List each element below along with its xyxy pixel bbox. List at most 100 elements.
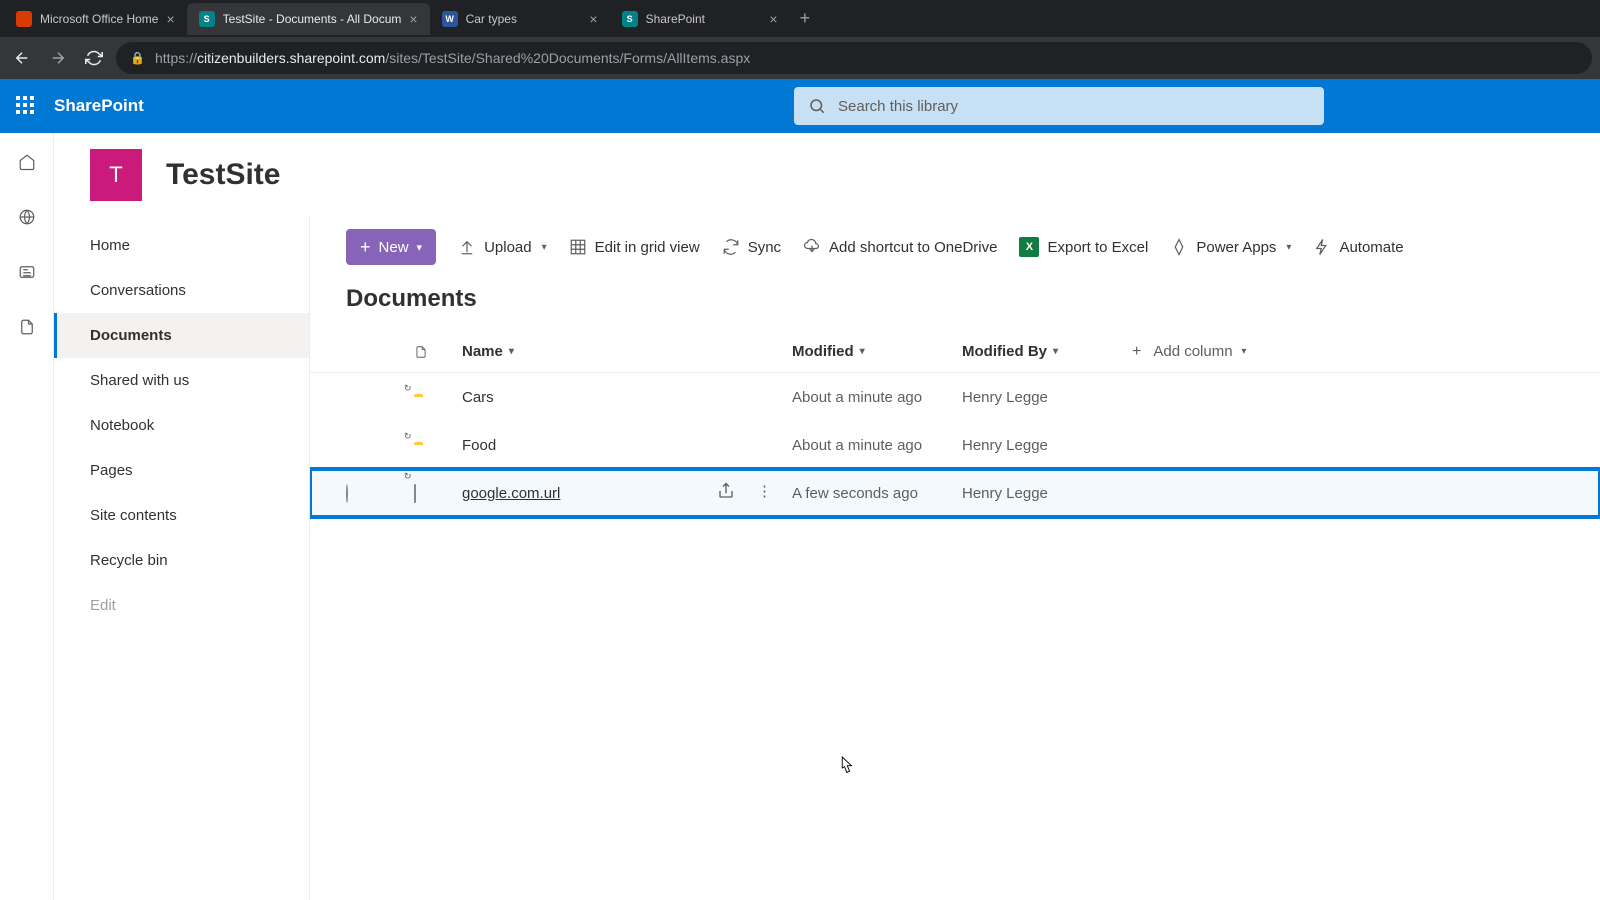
- power-apps-button[interactable]: Power Apps ▾: [1170, 238, 1291, 256]
- command-bar: + New ▾ Upload ▾ Edit in grid view: [310, 217, 1600, 283]
- sharepoint-icon: S: [622, 11, 638, 27]
- item-name[interactable]: Food: [462, 437, 496, 454]
- site-logo[interactable]: T: [90, 149, 142, 201]
- search-icon: [808, 97, 826, 115]
- close-icon[interactable]: ×: [769, 11, 777, 27]
- close-icon[interactable]: ×: [589, 11, 597, 27]
- search-input[interactable]: [838, 98, 1310, 115]
- cursor-pointer-icon: [834, 755, 856, 781]
- plus-icon: +: [1132, 343, 1141, 361]
- shortcut-label: Add shortcut to OneDrive: [829, 239, 997, 256]
- word-icon: W: [442, 11, 458, 27]
- news-icon[interactable]: [18, 263, 36, 284]
- more-actions-icon[interactable]: ⋮: [757, 482, 774, 504]
- modified-value: About a minute ago: [792, 437, 962, 454]
- office-icon: [16, 11, 32, 27]
- close-icon[interactable]: ×: [409, 11, 417, 27]
- sync-indicator-icon: ↻: [404, 383, 412, 394]
- document-icon: [414, 343, 428, 361]
- global-nav-rail: [0, 133, 54, 900]
- url-input[interactable]: 🔒 https://citizenbuilders.sharepoint.com…: [116, 42, 1592, 74]
- sidenav-item-conversations[interactable]: Conversations: [54, 268, 309, 313]
- globe-icon[interactable]: [18, 208, 36, 229]
- modified-by-value: Henry Legge: [962, 389, 1132, 406]
- document-list: Name▾ Modified▾ Modified By▾ +Add column…: [310, 331, 1600, 517]
- app-name[interactable]: SharePoint: [54, 96, 144, 116]
- sidenav-item-shared[interactable]: Shared with us: [54, 358, 309, 403]
- link-file-icon: [414, 484, 416, 503]
- grid-view-button[interactable]: Edit in grid view: [569, 238, 700, 256]
- plus-icon: +: [360, 237, 371, 258]
- site-left-nav: Home Conversations Documents Shared with…: [54, 217, 310, 900]
- site-header: T TestSite: [54, 133, 1600, 217]
- home-icon[interactable]: [18, 153, 36, 174]
- search-box[interactable]: [794, 87, 1324, 125]
- automate-label: Automate: [1339, 239, 1403, 256]
- sidenav-item-home[interactable]: Home: [54, 223, 309, 268]
- chevron-down-icon: ▾: [1239, 346, 1247, 357]
- sync-indicator-icon: ↻: [404, 471, 412, 482]
- sync-indicator-icon: ↻: [404, 431, 412, 442]
- column-file-type[interactable]: [414, 343, 462, 361]
- modified-value: About a minute ago: [792, 389, 962, 406]
- files-icon[interactable]: [18, 318, 36, 339]
- column-modified-by[interactable]: Modified By▾: [962, 343, 1132, 360]
- close-icon[interactable]: ×: [166, 11, 174, 27]
- export-label: Export to Excel: [1047, 239, 1148, 256]
- upload-button[interactable]: Upload ▾: [458, 238, 547, 256]
- tab-title: Microsoft Office Home: [40, 12, 158, 26]
- sidenav-item-contents[interactable]: Site contents: [54, 493, 309, 538]
- browser-tab[interactable]: S TestSite - Documents - All Docum ×: [187, 3, 430, 35]
- select-radio[interactable]: [346, 484, 348, 503]
- table-row[interactable]: ↻ Food About a minute ago Henry Legge: [310, 421, 1600, 469]
- sidenav-item-notebook[interactable]: Notebook: [54, 403, 309, 448]
- reload-button[interactable]: [80, 44, 108, 72]
- tab-title: SharePoint: [646, 12, 762, 26]
- chevron-down-icon: ▾: [542, 242, 547, 253]
- forward-button[interactable]: [44, 44, 72, 72]
- browser-tab[interactable]: Microsoft Office Home ×: [4, 3, 187, 35]
- sidenav-item-documents[interactable]: Documents: [54, 313, 309, 358]
- column-name[interactable]: Name▾: [462, 343, 792, 360]
- chevron-down-icon: ▾: [1053, 346, 1058, 357]
- lock-icon: 🔒: [130, 51, 145, 65]
- column-modified[interactable]: Modified▾: [792, 343, 962, 360]
- powerapps-label: Power Apps: [1196, 239, 1276, 256]
- browser-tab[interactable]: W Car types ×: [430, 3, 610, 35]
- export-excel-button[interactable]: X Export to Excel: [1019, 237, 1148, 257]
- browser-address-bar: 🔒 https://citizenbuilders.sharepoint.com…: [0, 37, 1600, 79]
- app-launcher-icon[interactable]: [16, 96, 36, 116]
- modified-by-value: Henry Legge: [962, 437, 1132, 454]
- new-tab-button[interactable]: +: [790, 8, 821, 29]
- item-name[interactable]: google.com.url: [462, 485, 560, 502]
- tab-title: Car types: [466, 12, 582, 26]
- new-button[interactable]: + New ▾: [346, 229, 436, 265]
- sidenav-edit-link[interactable]: Edit: [54, 583, 309, 628]
- chevron-down-icon: ▾: [860, 346, 865, 357]
- excel-icon: X: [1019, 237, 1039, 257]
- tab-title: TestSite - Documents - All Docum: [223, 12, 402, 26]
- chevron-down-icon: ▾: [417, 241, 423, 254]
- sharepoint-icon: S: [199, 11, 215, 27]
- table-row[interactable]: ↻ google.com.url ⋮ A few seconds ago Hen…: [310, 469, 1600, 517]
- table-row[interactable]: ↻ Cars About a minute ago Henry Legge: [310, 373, 1600, 421]
- chevron-down-icon: ▾: [509, 346, 514, 357]
- share-icon[interactable]: [717, 482, 735, 504]
- sync-label: Sync: [748, 239, 781, 256]
- item-name[interactable]: Cars: [462, 389, 494, 406]
- back-button[interactable]: [8, 44, 36, 72]
- modified-value: A few seconds ago: [792, 485, 962, 502]
- browser-tab[interactable]: S SharePoint ×: [610, 3, 790, 35]
- site-title[interactable]: TestSite: [166, 158, 280, 192]
- modified-by-value: Henry Legge: [962, 485, 1132, 502]
- automate-button[interactable]: Automate: [1313, 238, 1403, 256]
- library-title: Documents: [310, 283, 1600, 331]
- sidenav-item-recycle[interactable]: Recycle bin: [54, 538, 309, 583]
- sidenav-item-pages[interactable]: Pages: [54, 448, 309, 493]
- grid-label: Edit in grid view: [595, 239, 700, 256]
- sync-button[interactable]: Sync: [722, 238, 781, 256]
- suite-header: SharePoint: [0, 79, 1600, 133]
- add-column-button[interactable]: +Add column ▾: [1132, 343, 1600, 361]
- url-text: https://citizenbuilders.sharepoint.com/s…: [155, 50, 750, 66]
- add-shortcut-button[interactable]: Add shortcut to OneDrive: [803, 238, 997, 256]
